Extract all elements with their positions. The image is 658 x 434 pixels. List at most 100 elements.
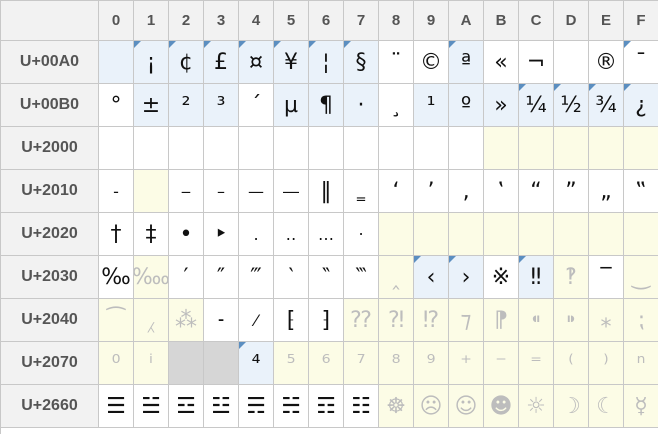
glyph-cell[interactable]: ⁱ [134, 342, 169, 385]
glyph-cell[interactable]: ⁽ [554, 342, 589, 385]
glyph-cell[interactable] [309, 127, 344, 170]
glyph-cell[interactable]: ¦ [309, 41, 344, 84]
glyph-cell[interactable]: º [449, 84, 484, 127]
glyph-cell[interactable]: ☶ [309, 385, 344, 428]
glyph-cell[interactable]: ¡ [134, 41, 169, 84]
glyph-cell[interactable]: ⁷ [344, 342, 379, 385]
glyph-cell[interactable]: ± [134, 84, 169, 127]
glyph-cell[interactable] [484, 127, 519, 170]
glyph-cell[interactable]: ¢ [169, 41, 204, 84]
glyph-cell[interactable]: ‟ [624, 170, 658, 213]
glyph-cell[interactable]: ⁁ [134, 299, 169, 342]
glyph-cell[interactable]: ‐ [99, 170, 134, 213]
glyph-cell[interactable]: ‥ [274, 213, 309, 256]
glyph-cell[interactable] [134, 170, 169, 213]
glyph-cell[interactable]: ⁎ [589, 299, 624, 342]
glyph-cell[interactable]: ☰ [99, 385, 134, 428]
glyph-cell[interactable]: — [239, 170, 274, 213]
glyph-cell[interactable] [169, 127, 204, 170]
glyph-cell[interactable]: ⁴ [239, 342, 274, 385]
glyph-cell[interactable]: ☲ [169, 385, 204, 428]
glyph-cell[interactable] [484, 213, 519, 256]
glyph-cell[interactable] [624, 213, 658, 256]
glyph-cell[interactable] [274, 127, 309, 170]
glyph-cell[interactable] [379, 127, 414, 170]
glyph-cell[interactable]: ² [169, 84, 204, 127]
glyph-cell[interactable]: ⁈ [379, 299, 414, 342]
glyph-cell[interactable]: ‱ [134, 256, 169, 299]
glyph-cell[interactable] [449, 213, 484, 256]
glyph-cell[interactable]: › [449, 256, 484, 299]
glyph-cell[interactable]: µ [274, 84, 309, 127]
glyph-cell[interactable]: ☵ [274, 385, 309, 428]
glyph-cell[interactable]: ‴ [239, 256, 274, 299]
glyph-cell[interactable]: ※ [484, 256, 519, 299]
glyph-cell[interactable]: … [309, 213, 344, 256]
glyph-cell[interactable]: ¤ [239, 41, 274, 84]
glyph-cell[interactable]: ☿ [624, 385, 658, 428]
glyph-cell[interactable]: ‶ [309, 256, 344, 299]
glyph-cell[interactable]: ‣ [204, 213, 239, 256]
glyph-cell[interactable]: ¸ [379, 84, 414, 127]
glyph-cell[interactable]: ´ [239, 84, 274, 127]
glyph-cell[interactable]: ⁹ [414, 342, 449, 385]
glyph-cell[interactable]: ⁂ [169, 299, 204, 342]
glyph-cell[interactable]: § [344, 41, 379, 84]
glyph-cell[interactable] [624, 127, 658, 170]
glyph-cell[interactable]: ․ [239, 213, 274, 256]
glyph-cell[interactable]: ⁿ [624, 342, 658, 385]
glyph-cell[interactable]: ¥ [274, 41, 309, 84]
glyph-cell[interactable]: ‛ [484, 170, 519, 213]
glyph-cell[interactable]: ‽ [554, 256, 589, 299]
glyph-cell[interactable] [554, 127, 589, 170]
glyph-cell[interactable]: ¯ [624, 41, 658, 84]
glyph-cell[interactable]: ½ [554, 84, 589, 127]
glyph-cell[interactable] [519, 127, 554, 170]
glyph-cell[interactable]: ⁊ [449, 299, 484, 342]
glyph-cell[interactable]: ⁄ [239, 299, 274, 342]
glyph-cell[interactable]: ⁉ [414, 299, 449, 342]
glyph-cell[interactable]: ‸ [379, 256, 414, 299]
glyph-cell[interactable]: ⁆ [309, 299, 344, 342]
glyph-cell[interactable] [554, 213, 589, 256]
glyph-cell[interactable]: ª [449, 41, 484, 84]
glyph-cell[interactable]: £ [204, 41, 239, 84]
glyph-cell[interactable] [414, 213, 449, 256]
glyph-cell[interactable]: ¹ [414, 84, 449, 127]
glyph-cell[interactable]: ‵ [274, 256, 309, 299]
glyph-cell[interactable]: © [414, 41, 449, 84]
glyph-cell[interactable]: ☺ [449, 385, 484, 428]
glyph-cell[interactable] [344, 127, 379, 170]
glyph-cell[interactable]: ‗ [344, 170, 379, 213]
glyph-cell[interactable]: ⁋ [484, 299, 519, 342]
glyph-cell[interactable]: ‧ [344, 213, 379, 256]
glyph-cell[interactable]: · [344, 84, 379, 127]
glyph-cell[interactable]: ‒ [169, 170, 204, 213]
glyph-cell[interactable]: • [169, 213, 204, 256]
glyph-cell[interactable]: ⁀ [99, 299, 134, 342]
glyph-cell[interactable]: ⁇ [344, 299, 379, 342]
glyph-cell[interactable]: ⁶ [309, 342, 344, 385]
glyph-cell[interactable]: ⁵ [274, 342, 309, 385]
glyph-cell[interactable]: ☸ [379, 385, 414, 428]
glyph-cell[interactable]: ☹ [414, 385, 449, 428]
glyph-cell[interactable]: ⁃ [204, 299, 239, 342]
glyph-cell[interactable] [414, 127, 449, 170]
glyph-cell[interactable]: ® [589, 41, 624, 84]
glyph-cell[interactable]: ⁸ [379, 342, 414, 385]
glyph-cell[interactable]: ⁏ [624, 299, 658, 342]
glyph-cell[interactable]: “ [519, 170, 554, 213]
glyph-cell[interactable] [239, 127, 274, 170]
glyph-cell[interactable]: « [484, 41, 519, 84]
glyph-cell[interactable]: ″ [204, 256, 239, 299]
glyph-cell[interactable] [379, 213, 414, 256]
glyph-cell[interactable]: » [484, 84, 519, 127]
glyph-cell[interactable]: ‾ [589, 256, 624, 299]
glyph-cell[interactable]: ¨ [379, 41, 414, 84]
glyph-cell[interactable] [449, 127, 484, 170]
glyph-cell[interactable]: ☴ [239, 385, 274, 428]
glyph-cell[interactable]: ☽ [554, 385, 589, 428]
glyph-cell[interactable]: ¶ [309, 84, 344, 127]
glyph-cell[interactable]: ☾ [589, 385, 624, 428]
glyph-cell[interactable]: ‘ [379, 170, 414, 213]
